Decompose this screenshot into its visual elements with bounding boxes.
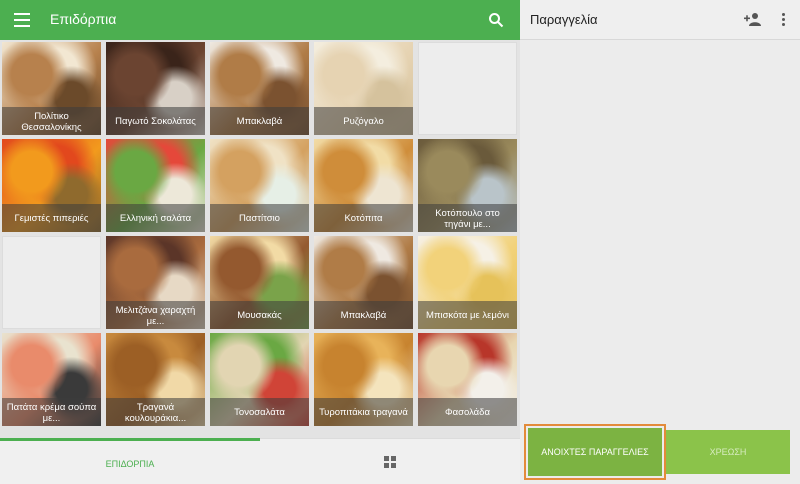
product-name: Φασολάδα	[418, 398, 517, 426]
product-name: Πατάτα κρέμα σούπα με...	[2, 398, 101, 426]
product-tile[interactable]: Μπακλαβά	[210, 42, 309, 135]
product-name: Τυροπιτάκια τραγανά	[314, 398, 413, 426]
order-panel: Παραγγελία ΑΝΟΙΧΤΕΣ ΠΑΡΑΓΓΕΛΙΕΣ ΧΡΕΩΣΗ	[520, 0, 800, 484]
product-tile[interactable]: Γεμιστές πιπεριές	[2, 139, 101, 232]
product-tile[interactable]: Κοτόπουλο στο τηγάνι με...	[418, 139, 517, 232]
product-tile[interactable]: Τυροπιτάκια τραγανά	[314, 333, 413, 426]
order-title: Παραγγελία	[530, 12, 598, 27]
product-tile[interactable]: Πολίτικο Θεσσαλονίκης	[2, 42, 101, 135]
product-tile[interactable]: Μελιτζάνα χαραχτή με...	[106, 236, 205, 329]
product-tile[interactable]: Παστίτσιο	[210, 139, 309, 232]
tab-label: ΕΠΙΔΟΡΠΙΑ	[105, 459, 155, 469]
product-grid: Πολίτικο Θεσσαλονίκης Παγωτό Σοκολάτας Μπα…	[2, 42, 518, 428]
menu-icon[interactable]	[14, 13, 30, 27]
bottom-tabs: ΕΠΙΔΟΡΠΙΑ	[0, 438, 520, 484]
product-name: Τραγανά κουλουράκια...	[106, 398, 205, 426]
product-name: Πολίτικο Θεσσαλονίκης	[2, 107, 101, 135]
empty-tile	[2, 236, 101, 329]
product-tile[interactable]: Μπακλαβά	[314, 236, 413, 329]
add-person-icon[interactable]	[744, 12, 762, 26]
product-name: Γεμιστές πιπεριές	[2, 204, 101, 232]
product-name: Παγωτό Σοκολάτας	[106, 107, 205, 135]
tab-desserts[interactable]: ΕΠΙΔΟΡΠΙΑ	[0, 438, 260, 484]
product-name: Μουσακάς	[210, 301, 309, 329]
product-tile[interactable]: Παγωτό Σοκολάτας	[106, 42, 205, 135]
product-tile[interactable]: Φασολάδα	[418, 333, 517, 426]
tab-indicator	[0, 438, 260, 441]
product-tile[interactable]: Τραγανά κουλουράκια...	[106, 333, 205, 426]
product-tile[interactable]: Τονοσαλάτα	[210, 333, 309, 426]
order-header: Παραγγελία	[520, 0, 800, 40]
product-name: Παστίτσιο	[210, 204, 309, 232]
product-name: Τονοσαλάτα	[210, 398, 309, 426]
search-icon[interactable]	[488, 12, 504, 28]
product-name: Ελληνική σαλάτα	[106, 204, 205, 232]
open-orders-button[interactable]: ΑΝΟΙΧΤΕΣ ΠΑΡΑΓΓΕΛΙΕΣ	[524, 424, 666, 480]
grid-icon	[384, 456, 396, 468]
app-bar: Επιδόρπια	[0, 0, 520, 40]
product-name: Ρυζόγαλο	[314, 107, 413, 135]
empty-tile	[418, 42, 517, 135]
product-tile[interactable]: Ελληνική σαλάτα	[106, 139, 205, 232]
product-tile[interactable]: Μουσακάς	[210, 236, 309, 329]
debit-button[interactable]: ΧΡΕΩΣΗ	[666, 430, 790, 474]
menu-panel: Επιδόρπια Πολίτικο Θεσσαλονίκης Παγωτό Σο…	[0, 0, 520, 484]
product-tile[interactable]: Μπισκότα με λεμόνι	[418, 236, 517, 329]
product-tile[interactable]: Ρυζόγαλο	[314, 42, 413, 135]
product-name: Κοτόπουλο στο τηγάνι με...	[418, 204, 517, 232]
product-name: Μπακλαβά	[314, 301, 413, 329]
product-tile[interactable]: Κοτόπιτα	[314, 139, 413, 232]
product-name: Μελιτζάνα χαραχτή με...	[106, 301, 205, 329]
product-name: Κοτόπιτα	[314, 204, 413, 232]
product-name: Μπακλαβά	[210, 107, 309, 135]
product-tile[interactable]: Πατάτα κρέμα σούπα με...	[2, 333, 101, 426]
more-vert-icon[interactable]	[782, 13, 786, 27]
category-title: Επιδόρπια	[50, 11, 117, 27]
tab-grid-view[interactable]	[260, 439, 520, 484]
product-name: Μπισκότα με λεμόνι	[418, 301, 517, 329]
